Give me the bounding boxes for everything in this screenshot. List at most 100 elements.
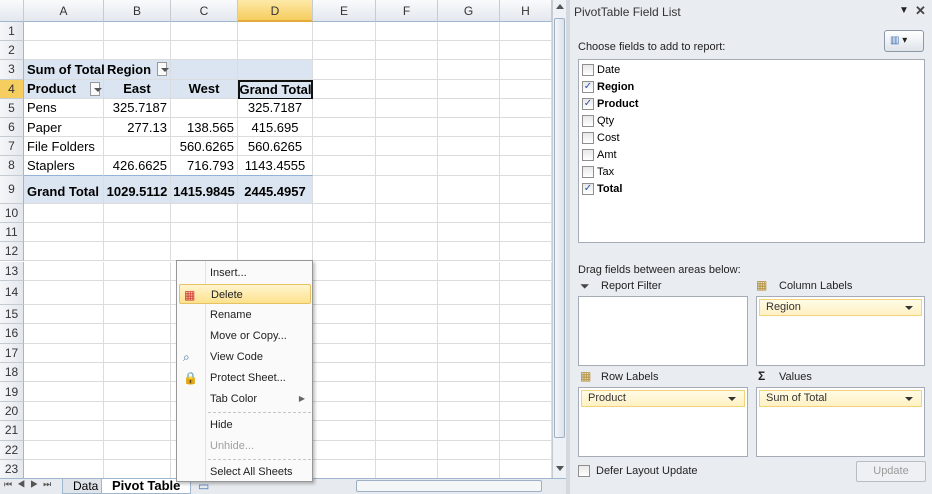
cell-F9[interactable]: [376, 175, 438, 204]
pivot-cell-C4[interactable]: West: [171, 79, 238, 99]
menu-item-rename[interactable]: Rename: [179, 305, 311, 325]
menu-item-delete[interactable]: Delete ▦: [179, 284, 311, 304]
cell-E11[interactable]: [313, 222, 376, 243]
cell-C12[interactable]: [171, 242, 238, 262]
cell-B12[interactable]: [104, 242, 171, 262]
scroll-thumb[interactable]: [554, 18, 565, 438]
cell-A11[interactable]: [24, 222, 104, 243]
field-qty[interactable]: Qty: [579, 112, 924, 129]
cell-E14[interactable]: [313, 280, 376, 305]
row-header-14[interactable]: 14: [0, 280, 24, 305]
pivot-cell-C7[interactable]: 560.6265: [171, 137, 238, 157]
cell-E2[interactable]: [313, 41, 376, 61]
cell-H11[interactable]: [500, 222, 552, 243]
cell-D10[interactable]: [238, 203, 313, 223]
row-header-10[interactable]: 10: [0, 203, 24, 223]
cell-G7[interactable]: [438, 137, 500, 157]
cell-H2[interactable]: [500, 41, 552, 61]
cell-A2[interactable]: [24, 41, 104, 61]
field-checkbox[interactable]: ✓: [582, 80, 594, 93]
cell-F10[interactable]: [376, 203, 438, 223]
product-filter-dropdown[interactable]: [90, 81, 102, 96]
cell-F20[interactable]: [376, 401, 438, 422]
cell-A16[interactable]: [24, 324, 104, 344]
row-header-1[interactable]: 1: [0, 22, 24, 42]
cell-B1[interactable]: [104, 22, 171, 42]
report-filter-area[interactable]: [578, 296, 748, 366]
cell-F14[interactable]: [376, 280, 438, 305]
value-field-sum-of-total[interactable]: Sum of Total: [759, 390, 922, 407]
cell-F5[interactable]: [376, 98, 438, 118]
cell-G11[interactable]: [438, 222, 500, 243]
pivot-cell-A5[interactable]: Pens: [24, 98, 104, 118]
cell-H1[interactable]: [500, 22, 552, 42]
cell-H15[interactable]: [500, 304, 552, 325]
cell-H6[interactable]: [500, 118, 552, 138]
cell-H5[interactable]: [500, 98, 552, 118]
cell-H16[interactable]: [500, 324, 552, 344]
cell-E16[interactable]: [313, 324, 376, 344]
cell-G6[interactable]: [438, 118, 500, 138]
pivot-cell-A8[interactable]: Staplers: [24, 156, 104, 176]
cell-G2[interactable]: [438, 41, 500, 61]
row-header-18[interactable]: 18: [0, 363, 24, 383]
cell-H18[interactable]: [500, 363, 552, 383]
pivot-cell-C3[interactable]: [171, 60, 238, 80]
cell-A23[interactable]: [24, 460, 104, 478]
pivot-cell-D3[interactable]: [238, 60, 313, 80]
row-header-12[interactable]: 12: [0, 242, 24, 262]
column-labels-area[interactable]: Region: [756, 296, 925, 366]
cell-F2[interactable]: [376, 41, 438, 61]
menu-item-hide[interactable]: Hide: [179, 415, 311, 435]
pivot-cell-D8[interactable]: 1143.4555: [238, 156, 313, 176]
pivot-cell-C5[interactable]: [171, 98, 238, 118]
row-labels-area[interactable]: Product: [578, 387, 748, 457]
cell-B20[interactable]: [104, 401, 171, 422]
cell-E17[interactable]: [313, 343, 376, 363]
pivot-cell-B3[interactable]: Region: [104, 60, 171, 80]
field-cost[interactable]: Cost: [579, 129, 924, 146]
region-filter-dropdown[interactable]: [157, 62, 169, 77]
cell-E10[interactable]: [313, 203, 376, 223]
cell-G12[interactable]: [438, 242, 500, 262]
cell-H21[interactable]: [500, 421, 552, 441]
cell-B22[interactable]: [104, 440, 171, 460]
cell-E13[interactable]: [313, 261, 376, 281]
cell-E1[interactable]: [313, 22, 376, 42]
cell-F22[interactable]: [376, 440, 438, 460]
cell-F17[interactable]: [376, 343, 438, 363]
row-header-21[interactable]: 21: [0, 421, 24, 441]
cell-E4[interactable]: [313, 79, 376, 99]
row-header-3[interactable]: 3: [0, 60, 24, 80]
cell-B21[interactable]: [104, 421, 171, 441]
cell-A20[interactable]: [24, 401, 104, 422]
pivot-cell-A7[interactable]: File Folders: [24, 137, 104, 157]
field-checkbox[interactable]: [582, 165, 594, 178]
cell-A10[interactable]: [24, 203, 104, 223]
cell-F13[interactable]: [376, 261, 438, 281]
cell-C2[interactable]: [171, 41, 238, 61]
cell-A21[interactable]: [24, 421, 104, 441]
row-header-13[interactable]: 13: [0, 261, 24, 281]
cell-G22[interactable]: [438, 440, 500, 460]
field-total[interactable]: ✓ Total: [579, 180, 924, 197]
row-header-17[interactable]: 17: [0, 343, 24, 363]
column-field-region[interactable]: Region: [759, 299, 922, 316]
cell-A22[interactable]: [24, 440, 104, 460]
pivot-cell-B4[interactable]: East: [104, 79, 171, 99]
cell-F11[interactable]: [376, 222, 438, 243]
field-checkbox[interactable]: ✓: [582, 97, 594, 110]
pivot-cell-D5[interactable]: 325.7187: [238, 98, 313, 118]
cell-G8[interactable]: [438, 156, 500, 176]
pivot-cell-A6[interactable]: Paper: [24, 118, 104, 138]
cell-A12[interactable]: [24, 242, 104, 262]
cell-F15[interactable]: [376, 304, 438, 325]
cell-G13[interactable]: [438, 261, 500, 281]
cell-G1[interactable]: [438, 22, 500, 42]
menu-item-tab-color[interactable]: Tab Color ▶: [179, 389, 311, 409]
cell-F16[interactable]: [376, 324, 438, 344]
pivot-cell-B8[interactable]: 426.6625: [104, 156, 171, 176]
scroll-up-icon[interactable]: [556, 0, 564, 9]
pane-options-chevron-icon[interactable]: ▼: [899, 5, 909, 16]
pivot-cell-C6[interactable]: 138.565: [171, 118, 238, 138]
